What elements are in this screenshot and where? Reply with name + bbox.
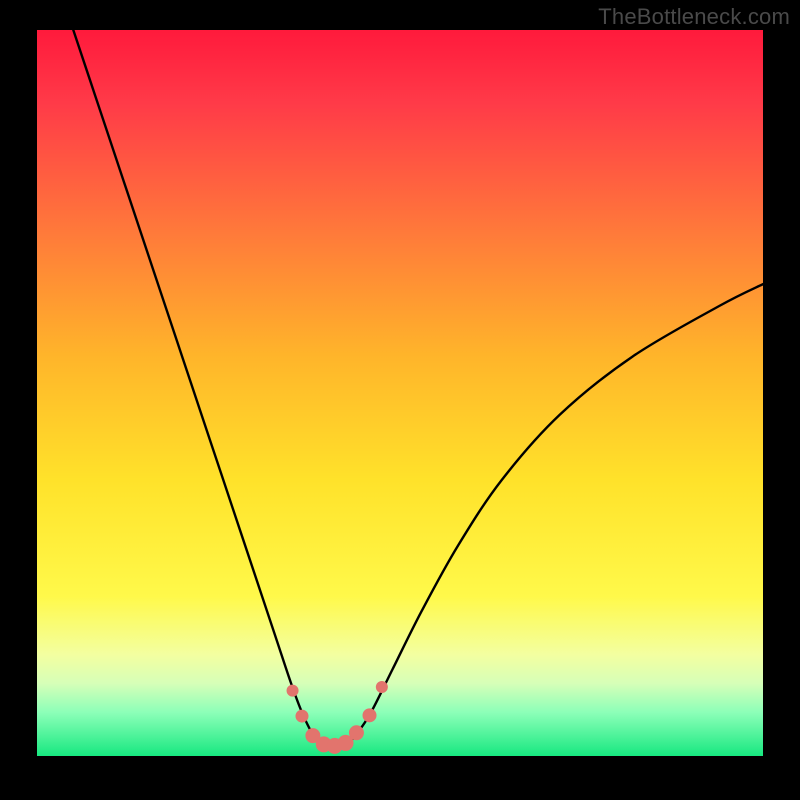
highlight-dot — [296, 710, 308, 722]
plot-area — [37, 30, 763, 756]
highlight-dot — [376, 682, 387, 693]
chart-frame: TheBottleneck.com — [0, 0, 800, 800]
watermark-text: TheBottleneck.com — [598, 4, 790, 30]
gradient-background — [37, 30, 763, 756]
highlight-dot — [287, 685, 298, 696]
highlight-dot — [349, 726, 363, 740]
bottleneck-chart — [37, 30, 763, 756]
highlight-dot — [363, 709, 376, 722]
